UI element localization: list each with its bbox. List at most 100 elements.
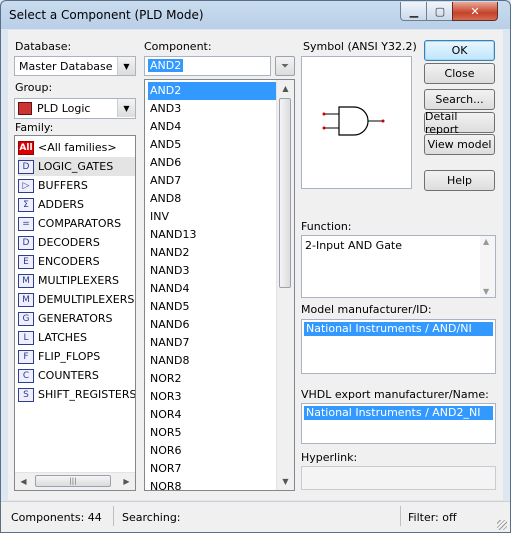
family-label: Family:	[15, 121, 54, 134]
all-families-icon: All	[18, 140, 34, 155]
title-bar[interactable]: Select a Component (PLD Mode) ▁ ▢ ✕	[1, 1, 510, 29]
dialog-client: Database: Master Database ▼ Group: PLD L…	[8, 30, 503, 500]
scroll-down-icon[interactable]: ▼	[483, 287, 489, 296]
family-item-generators[interactable]: G GENERATORS	[18, 309, 135, 328]
symbol-preview	[301, 56, 412, 189]
scroll-up-icon[interactable]: ▲	[483, 237, 489, 246]
family-item-label: COUNTERS	[38, 369, 99, 382]
component-search-value: AND2	[148, 59, 184, 72]
group-select[interactable]: PLD Logic ▼	[14, 98, 136, 119]
component-list[interactable]: AND2 AND3 AND4 AND5 AND6 AND7 AND8 INV N…	[144, 79, 295, 491]
family-item-label: MULTIPLEXERS	[38, 274, 119, 287]
component-item[interactable]: NAND6	[148, 316, 276, 334]
family-item-encoders[interactable]: E ENCODERS	[18, 252, 135, 271]
component-item[interactable]: INV	[148, 208, 276, 226]
filter-status: Filter: off	[408, 511, 457, 524]
flip-flop-icon: F	[18, 349, 34, 364]
resize-grip-icon[interactable]	[497, 520, 507, 530]
component-vertical-scrollbar[interactable]: ▲ ▼	[276, 80, 294, 490]
adder-icon: Σ	[18, 197, 34, 212]
family-item-adders[interactable]: Σ ADDERS	[18, 195, 135, 214]
component-item[interactable]: NOR2	[148, 370, 276, 388]
component-item[interactable]: NAND13	[148, 226, 276, 244]
family-list[interactable]: All <All families> D LOGIC_GATES ▷ BUFFE…	[14, 135, 136, 491]
family-item-multiplexers[interactable]: M MULTIPLEXERS	[18, 271, 135, 290]
model-label: Model manufacturer/ID:	[301, 303, 432, 316]
family-item-label: COMPARATORS	[38, 217, 122, 230]
component-item[interactable]: NAND5	[148, 298, 276, 316]
hyperlink-field[interactable]	[301, 466, 496, 490]
family-item-label: LOGIC_GATES	[38, 160, 114, 173]
close-icon: ✕	[470, 4, 480, 18]
ok-button[interactable]: OK	[424, 40, 495, 61]
function-value: 2-Input AND Gate	[305, 239, 403, 252]
family-item-label: ADDERS	[38, 198, 85, 211]
family-item-decoders[interactable]: D DECODERS	[18, 233, 135, 252]
component-item[interactable]: AND6	[148, 154, 276, 172]
family-item-label: SHIFT_REGISTERS	[38, 388, 136, 401]
scroll-down-icon[interactable]: ▼	[277, 473, 294, 490]
database-select[interactable]: Master Database ▼	[14, 56, 136, 76]
family-item-buffers[interactable]: ▷ BUFFERS	[18, 176, 135, 195]
vhdl-label: VHDL export manufacturer/Name:	[301, 388, 489, 401]
help-button[interactable]: Help	[424, 170, 495, 191]
component-item[interactable]: NOR4	[148, 406, 276, 424]
maximize-button[interactable]: ▢	[426, 2, 454, 21]
search-button[interactable]: Search...	[424, 89, 495, 110]
family-item-comparators[interactable]: = COMPARATORS	[18, 214, 135, 233]
detail-report-button[interactable]: Detail report	[424, 110, 495, 136]
component-item[interactable]: AND8	[148, 190, 276, 208]
component-item[interactable]: AND5	[148, 136, 276, 154]
family-horizontal-scrollbar[interactable]: ◀ ||| ▶	[15, 472, 135, 490]
family-item-shift-registers[interactable]: S SHIFT_REGISTERS	[18, 385, 136, 404]
component-item[interactable]: NAND4	[148, 280, 276, 298]
family-item-all[interactable]: All <All families>	[18, 138, 135, 157]
maximize-icon: ▢	[434, 4, 446, 18]
family-item-logic-gates[interactable]: D LOGIC_GATES	[18, 157, 135, 176]
family-item-label: DECODERS	[38, 236, 100, 249]
status-bar: Components: 44 Searching: Filter: off	[1, 501, 510, 532]
model-item[interactable]: National Instruments / AND/NI	[304, 322, 493, 336]
function-textbox[interactable]: 2-Input AND Gate ▲ ▼	[301, 235, 496, 298]
scrollbar-thumb[interactable]: |||	[35, 475, 111, 487]
component-item[interactable]: NAND7	[148, 334, 276, 352]
vhdl-item[interactable]: National Instruments / AND2_NI	[304, 406, 493, 420]
family-item-label: ENCODERS	[38, 255, 100, 268]
close-button[interactable]: Close	[424, 63, 495, 84]
function-scrollbar[interactable]: ▲ ▼	[480, 236, 495, 297]
component-item[interactable]: NOR6	[148, 442, 276, 460]
close-window-button[interactable]: ✕	[452, 2, 498, 21]
filter-button[interactable]: ⏷	[275, 56, 295, 76]
component-item[interactable]: AND4	[148, 118, 276, 136]
family-item-label: LATCHES	[38, 331, 88, 344]
components-count: Components: 44	[11, 511, 102, 524]
component-item[interactable]: NOR3	[148, 388, 276, 406]
component-item[interactable]: NAND2	[148, 244, 276, 262]
family-item-latches[interactable]: L LATCHES	[18, 328, 135, 347]
scrollbar-thumb[interactable]	[279, 98, 291, 288]
component-item[interactable]: NAND8	[148, 352, 276, 370]
component-item[interactable]: NOR7	[148, 460, 276, 478]
component-item[interactable]: NAND3	[148, 262, 276, 280]
family-item-demultiplexers[interactable]: M DEMULTIPLEXERS	[18, 290, 135, 309]
scroll-up-icon[interactable]: ▲	[277, 80, 294, 97]
component-item[interactable]: AND7	[148, 172, 276, 190]
family-item-counters[interactable]: C COUNTERS	[18, 366, 135, 385]
component-item-and2[interactable]: AND2	[148, 82, 276, 100]
component-search-input[interactable]: AND2	[144, 56, 271, 76]
filter-icon: ⏷	[281, 60, 289, 72]
component-item[interactable]: NOR8	[148, 478, 276, 490]
family-item-flip-flops[interactable]: F FLIP_FLOPS	[18, 347, 135, 366]
view-model-button[interactable]: View model	[424, 134, 495, 155]
model-list[interactable]: National Instruments / AND/NI	[301, 319, 496, 374]
component-item[interactable]: AND3	[148, 100, 276, 118]
component-label: Component:	[144, 40, 212, 53]
family-item-label: DEMULTIPLEXERS	[38, 293, 135, 306]
scroll-right-icon[interactable]: ▶	[118, 473, 135, 490]
group-label: Group:	[15, 81, 53, 94]
scroll-left-icon[interactable]: ◀	[15, 473, 32, 490]
minimize-button[interactable]: ▁	[400, 2, 428, 21]
component-item[interactable]: NOR5	[148, 424, 276, 442]
pld-logic-icon	[18, 102, 32, 115]
vhdl-list[interactable]: National Instruments / AND2_NI	[301, 403, 496, 444]
